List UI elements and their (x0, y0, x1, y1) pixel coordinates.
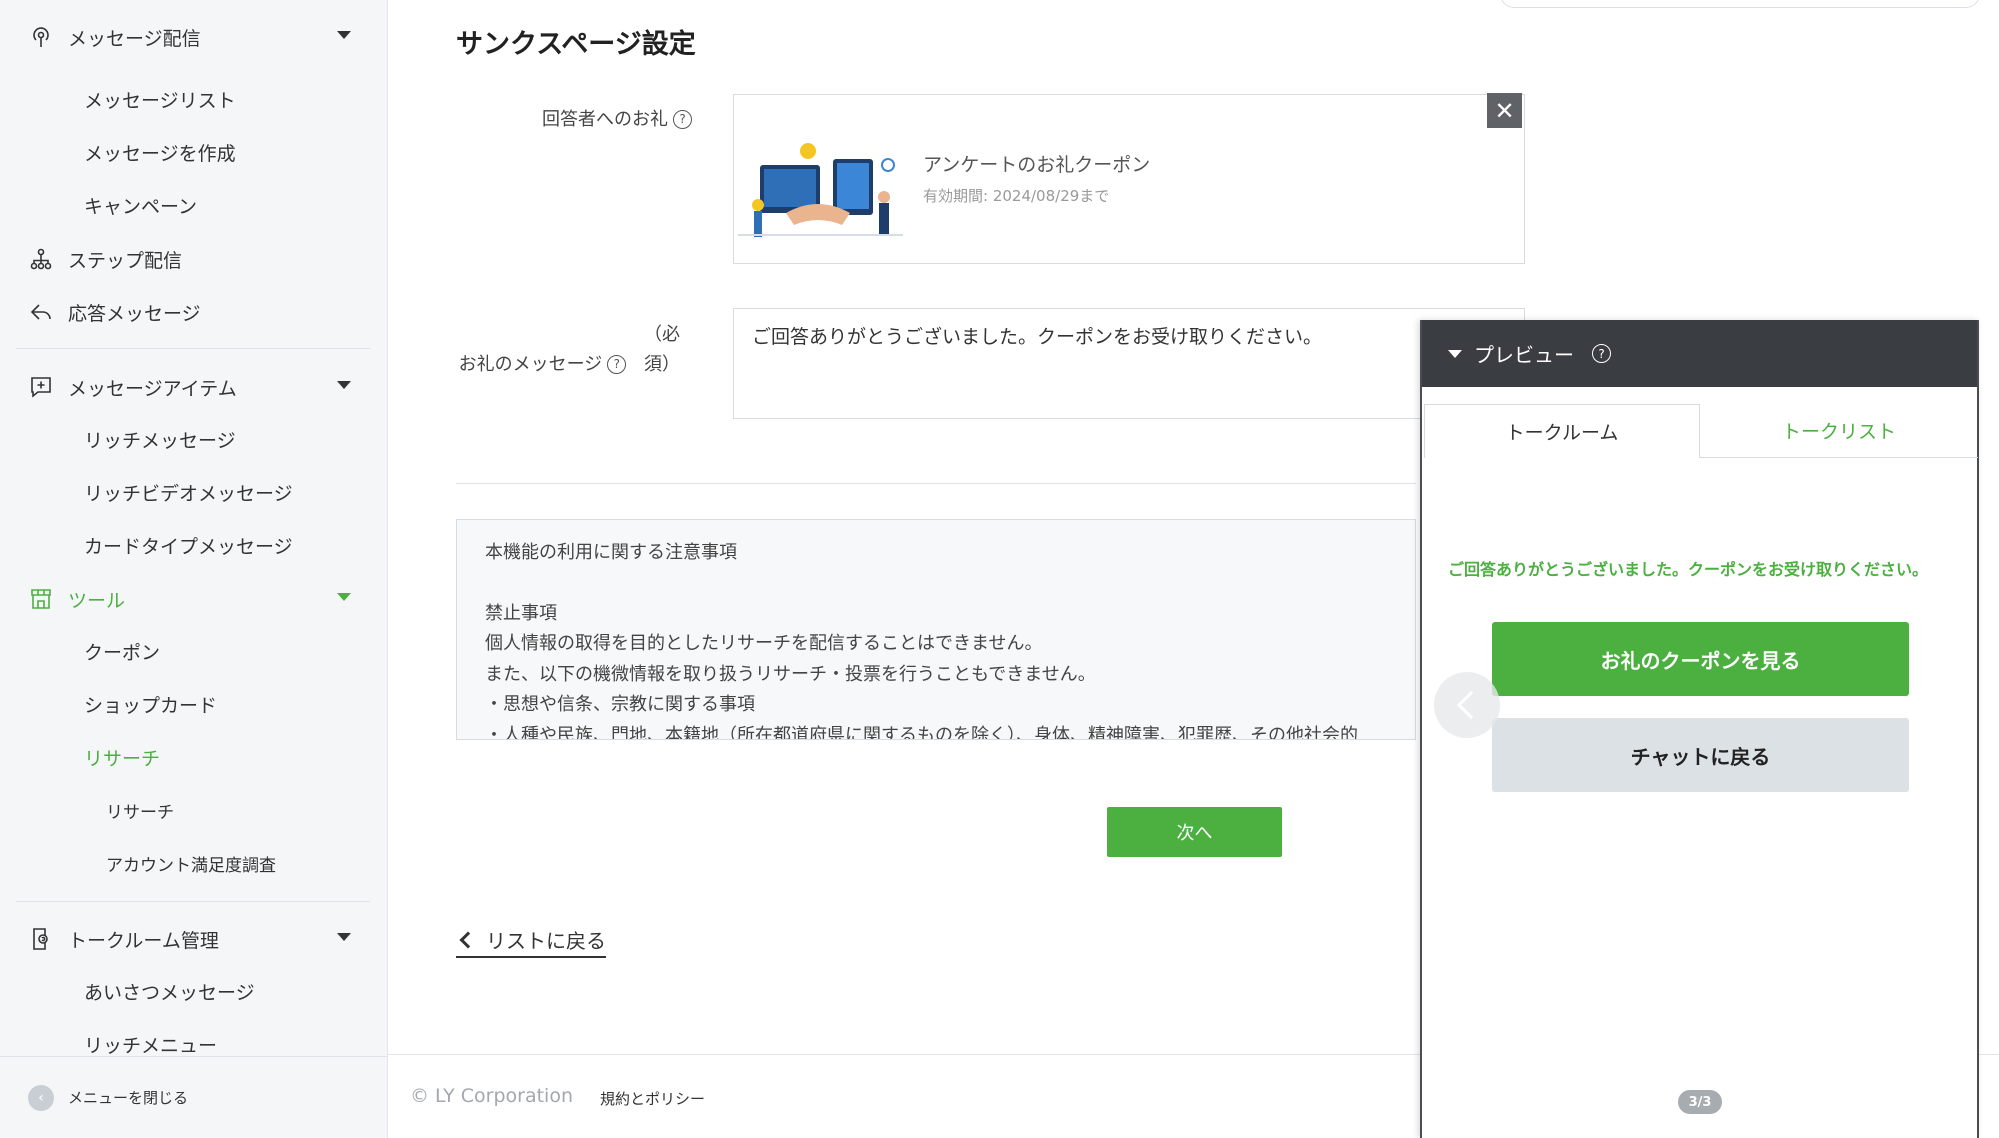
view-coupon-button[interactable]: お礼のクーポンを見る (1492, 622, 1909, 696)
preview-panel: プレビュー ? トークルーム トークリスト ご回答ありがとうございました。クーポ… (1420, 320, 1979, 1138)
sidebar-item-create-message[interactable]: メッセージを作成 (84, 134, 236, 170)
back-to-chat-button[interactable]: チャットに戻る (1492, 718, 1909, 792)
help-icon[interactable]: ? (1592, 344, 1611, 363)
thanks-message-input[interactable]: ご回答ありがとうございました。クーポンをお受け取りください。 (733, 308, 1525, 419)
shop-icon (28, 586, 54, 612)
sidebar-item-message-list[interactable]: メッセージリスト (84, 81, 236, 117)
section-divider (456, 483, 1416, 484)
notice-heading: 本機能の利用に関する注意事項 (485, 542, 737, 563)
sidebar-divider (16, 348, 370, 349)
chevron-down-icon (337, 593, 351, 601)
chevron-left-icon: ‹ (28, 1084, 54, 1111)
sidebar: メッセージ配信 メッセージリスト メッセージを作成 キャンペーン ステップ配信 … (0, 0, 388, 1138)
sidebar-group-label: メッセージ配信 (68, 27, 201, 50)
policy-link[interactable]: 規約とポリシー (600, 1088, 705, 1109)
sidebar-item-shop-card[interactable]: ショップカード (84, 686, 217, 722)
sidebar-group-label: ツール (68, 589, 126, 612)
sidebar-group-tools[interactable]: ツール (28, 579, 369, 619)
preview-prev-button[interactable] (1434, 672, 1500, 738)
sidebar-item-research[interactable]: リサーチ (84, 739, 160, 775)
step-icon (28, 246, 54, 272)
close-icon: ✕ (1494, 96, 1515, 125)
sidebar-group-label: メッセージアイテム (68, 377, 237, 400)
notice-line: 個人情報の取得を目的としたリサーチを配信することはできません。 (485, 633, 1043, 654)
chevron-down-icon (1448, 349, 1462, 358)
tab-talkroom[interactable]: トークルーム (1424, 404, 1700, 458)
preview-thanks-message: ご回答ありがとうございました。クーポンをお受け取りください。 (1448, 560, 1929, 579)
coupon-expiry: 有効期間: 2024/08/29まで (923, 187, 1110, 205)
preview-header[interactable]: プレビュー ? (1422, 320, 1977, 387)
sidebar-group-talkroom-management[interactable]: トークルーム管理 (28, 919, 369, 959)
chevron-down-icon (337, 381, 351, 389)
required-label: （必須） (644, 324, 680, 375)
message-item-icon (28, 374, 54, 400)
sidebar-group-label: トークルーム管理 (68, 929, 219, 952)
notice-line: また、以下の機微情報を取り扱うリサーチ・投票を行うこともできません。 (485, 663, 1096, 685)
sidebar-subitem-research[interactable]: リサーチ (106, 793, 174, 827)
gift-label-row: 回答者へのお礼? (520, 105, 692, 131)
message-label-row: お礼のメッセージ? （必須） (456, 320, 692, 380)
gift-label: 回答者へのお礼 (542, 109, 668, 130)
help-icon[interactable]: ? (673, 109, 692, 129)
message-label: お礼のメッセージ (458, 354, 603, 375)
help-icon[interactable]: ? (607, 354, 627, 374)
sidebar-item-greeting-message[interactable]: あいさつメッセージ (84, 973, 255, 1009)
sidebar-group-label: ステップ配信 (68, 249, 183, 272)
sidebar-group-message-delivery[interactable]: メッセージ配信 (28, 17, 369, 57)
sidebar-divider (16, 901, 370, 902)
chevron-down-icon (337, 31, 351, 39)
close-menu-button[interactable]: ‹ メニューを閉じる (0, 1056, 387, 1138)
sidebar-item-campaign[interactable]: キャンペーン (84, 187, 197, 223)
remove-coupon-button[interactable]: ✕ (1487, 93, 1522, 128)
sidebar-group-label: 応答メッセージ (68, 302, 201, 325)
talkroom-icon (28, 926, 54, 952)
preview-title: プレビュー (1474, 343, 1574, 367)
chevron-left-icon (459, 931, 477, 948)
back-to-list-link[interactable]: リストに戻る (456, 925, 606, 958)
coupon-card[interactable] (733, 94, 1525, 264)
copyright: © LY Corporation (410, 1085, 573, 1107)
coupon-title: アンケートのお礼クーポン (923, 154, 1151, 176)
notice-box[interactable]: 本機能の利用に関する注意事項 禁止事項 個人情報の取得を目的としたリサーチを配信… (456, 519, 1416, 740)
top-popover-edge (1500, 0, 1980, 8)
sidebar-group-message-items[interactable]: メッセージアイテム (28, 367, 369, 407)
preview-page-indicator: 3/3 (1678, 1090, 1722, 1114)
next-button[interactable]: 次へ (1107, 807, 1282, 857)
notice-line: ・人種や民族、門地、本籍地（所在都道府県に関するものを除く）、身体、精神障害、犯… (485, 724, 1358, 740)
sidebar-group-auto-reply[interactable]: 応答メッセージ (28, 292, 369, 332)
notice-prohibited: 禁止事項 (485, 602, 557, 624)
coupon-image (738, 143, 903, 237)
broadcast-icon (28, 24, 54, 50)
chevron-down-icon (337, 933, 351, 941)
sidebar-group-step-delivery[interactable]: ステップ配信 (28, 239, 369, 279)
sidebar-item-rich-video-message[interactable]: リッチビデオメッセージ (84, 474, 293, 510)
sidebar-item-card-type-message[interactable]: カードタイプメッセージ (84, 527, 293, 563)
close-menu-label: メニューを閉じる (68, 1089, 189, 1107)
sidebar-item-rich-message[interactable]: リッチメッセージ (84, 421, 236, 457)
notice-line: ・思想や信条、宗教に関する事項 (485, 694, 755, 715)
chevron-left-icon (1456, 690, 1486, 720)
reply-icon (28, 299, 54, 325)
page-title: サンクスページ設定 (456, 29, 696, 60)
sidebar-subitem-account-satisfaction[interactable]: アカウント満足度調査 (106, 846, 276, 880)
tab-talklist[interactable]: トークリスト (1700, 404, 1978, 458)
sidebar-item-coupon[interactable]: クーポン (84, 633, 160, 669)
back-to-list-label: リストに戻る (486, 929, 606, 953)
